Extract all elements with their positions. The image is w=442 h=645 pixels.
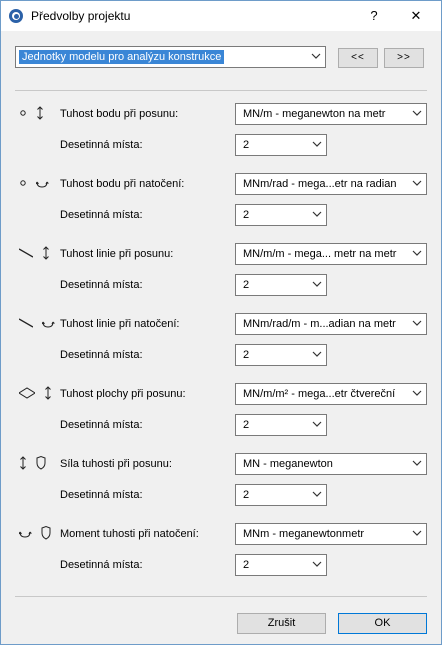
close-button[interactable]: ✕: [405, 6, 427, 26]
decimal-places-value: 2: [243, 349, 250, 361]
rotation-icon: [42, 321, 55, 328]
chevron-down-icon: [412, 460, 422, 466]
decimal-places-value: 2: [243, 139, 250, 151]
chevron-down-icon: [312, 211, 322, 217]
stiffness-label: Tuhost plochy při posunu:: [60, 388, 186, 400]
decimal-places-select[interactable]: 2: [235, 554, 327, 576]
rotation-icon: [19, 531, 32, 538]
unit-select[interactable]: MN/m/m² - mega...etr čtvereční: [235, 383, 427, 405]
unit-select-value: MN - meganewton: [243, 458, 333, 470]
decimal-places-label: Desetinná místa:: [60, 419, 143, 431]
separator: [15, 90, 427, 91]
previous-page-button[interactable]: <<: [338, 48, 378, 68]
unit-select[interactable]: MN/m - meganewton na metr: [235, 103, 427, 125]
stiffness-label: Síla tuhosti při posunu:: [60, 458, 172, 470]
unit-select[interactable]: MNm - meganewtonmetr: [235, 523, 427, 545]
unit-select[interactable]: MN - meganewton: [235, 453, 427, 475]
ok-button[interactable]: OK: [338, 613, 427, 634]
window-title: Předvolby projektu: [31, 9, 131, 23]
unit-select-value: MN/m/m² - mega...etr čtvereční: [243, 388, 396, 400]
point-icon: [20, 180, 26, 186]
decimal-places-select[interactable]: 2: [235, 344, 327, 366]
point-icon: [20, 110, 26, 116]
app-logo-icon: [9, 9, 23, 23]
shield-icon: [36, 455, 46, 470]
decimal-places-value: 2: [243, 209, 250, 221]
decimal-places-select[interactable]: 2: [235, 204, 327, 226]
chevron-down-icon: [311, 53, 321, 59]
decimal-places-select[interactable]: 2: [235, 414, 327, 436]
chevron-down-icon: [412, 180, 422, 186]
chevron-down-icon: [412, 110, 422, 116]
decimal-places-value: 2: [243, 419, 250, 431]
decimal-places-select[interactable]: 2: [235, 274, 327, 296]
line-icon: [19, 248, 33, 258]
decimal-places-label: Desetinná místa:: [60, 209, 143, 221]
decimal-places-select[interactable]: 2: [235, 484, 327, 506]
chevron-down-icon: [312, 141, 322, 147]
preset-select[interactable]: Jednotky modelu pro analýzu konstrukce: [15, 46, 326, 68]
unit-select-value: MN/m - meganewton na metr: [243, 108, 386, 120]
unit-select[interactable]: MNm/rad/m - m...adian na metr: [235, 313, 427, 335]
unit-select-value: MN/m/m - mega... metr na metr: [243, 248, 397, 260]
unit-select-value: MNm - meganewtonmetr: [243, 528, 365, 540]
stiffness-label: Tuhost linie při natočení:: [60, 318, 180, 330]
decimal-places-label: Desetinná místa:: [60, 489, 143, 501]
surface-icon: [19, 387, 35, 399]
chevron-down-icon: [312, 421, 322, 427]
chevron-down-icon: [312, 351, 322, 357]
shield-icon: [41, 525, 51, 540]
stiffness-label: Moment tuhosti při natočení:: [60, 528, 199, 540]
decimal-places-select[interactable]: 2: [235, 134, 327, 156]
decimal-places-label: Desetinná místa:: [60, 349, 143, 361]
stiffness-label: Tuhost bodu při posunu:: [60, 108, 179, 120]
decimal-places-value: 2: [243, 279, 250, 291]
translation-arrow-icon: [37, 106, 43, 120]
unit-select-value: MNm/rad - mega...etr na radian: [243, 178, 397, 190]
title-bar: Předvolby projektu ? ✕: [1, 1, 441, 31]
decimal-places-label: Desetinná místa:: [60, 559, 143, 571]
chevron-down-icon: [412, 320, 422, 326]
decimal-places-label: Desetinná místa:: [60, 279, 143, 291]
next-page-button[interactable]: >>: [384, 48, 424, 68]
rotation-icon: [36, 181, 49, 188]
decimal-places-value: 2: [243, 559, 250, 571]
decimal-places-label: Desetinná místa:: [60, 139, 143, 151]
chevron-down-icon: [312, 281, 322, 287]
chevron-down-icon: [412, 530, 422, 536]
help-button[interactable]: ?: [363, 6, 385, 26]
chevron-down-icon: [412, 250, 422, 256]
translation-arrow-icon: [43, 246, 49, 260]
chevron-down-icon: [412, 390, 422, 396]
stiffness-label: Tuhost bodu při natočení:: [60, 178, 185, 190]
chevron-down-icon: [312, 491, 322, 497]
translation-arrow-icon: [45, 386, 51, 400]
chevron-down-icon: [312, 561, 322, 567]
unit-select[interactable]: MNm/rad - mega...etr na radian: [235, 173, 427, 195]
translation-arrow-icon: [20, 456, 26, 470]
separator: [15, 596, 427, 597]
unit-select[interactable]: MN/m/m - mega... metr na metr: [235, 243, 427, 265]
unit-select-value: MNm/rad/m - m...adian na metr: [243, 318, 396, 330]
dialog-window: Předvolby projektu ? ✕ Jednotky modelu p…: [0, 0, 442, 645]
line-icon: [19, 318, 33, 328]
decimal-places-value: 2: [243, 489, 250, 501]
cancel-button[interactable]: Zrušit: [237, 613, 326, 634]
preset-select-value: Jednotky modelu pro analýzu konstrukce: [19, 50, 225, 64]
stiffness-label: Tuhost linie při posunu:: [60, 248, 174, 260]
